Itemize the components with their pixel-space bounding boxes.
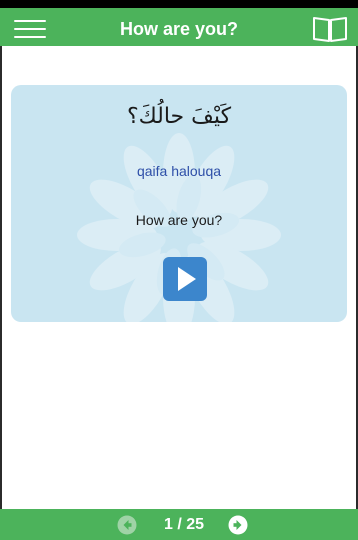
- transliteration-text: qaifa halouqa: [136, 163, 222, 179]
- play-audio-button[interactable]: [163, 257, 207, 301]
- phrase-card: كَيْفَ حالُكَ؟ qaifa halouqa How are you…: [11, 85, 347, 322]
- previous-button[interactable]: [117, 515, 137, 535]
- arrow-left-circle-icon: [117, 515, 137, 535]
- arabic-phrase: كَيْفَ حالُكَ؟: [126, 104, 232, 129]
- arrow-right-circle-icon: [228, 515, 248, 535]
- page-title: How are you?: [119, 19, 239, 39]
- top-bar: How are you?: [0, 0, 358, 46]
- next-button[interactable]: [228, 515, 248, 535]
- english-translation: How are you?: [135, 212, 223, 228]
- page-counter: 1 / 25: [163, 516, 205, 533]
- play-icon: [178, 267, 196, 291]
- open-book-icon[interactable]: [312, 15, 348, 43]
- bottom-bar: 1 / 25: [0, 509, 358, 540]
- hamburger-menu-icon[interactable]: [14, 17, 50, 41]
